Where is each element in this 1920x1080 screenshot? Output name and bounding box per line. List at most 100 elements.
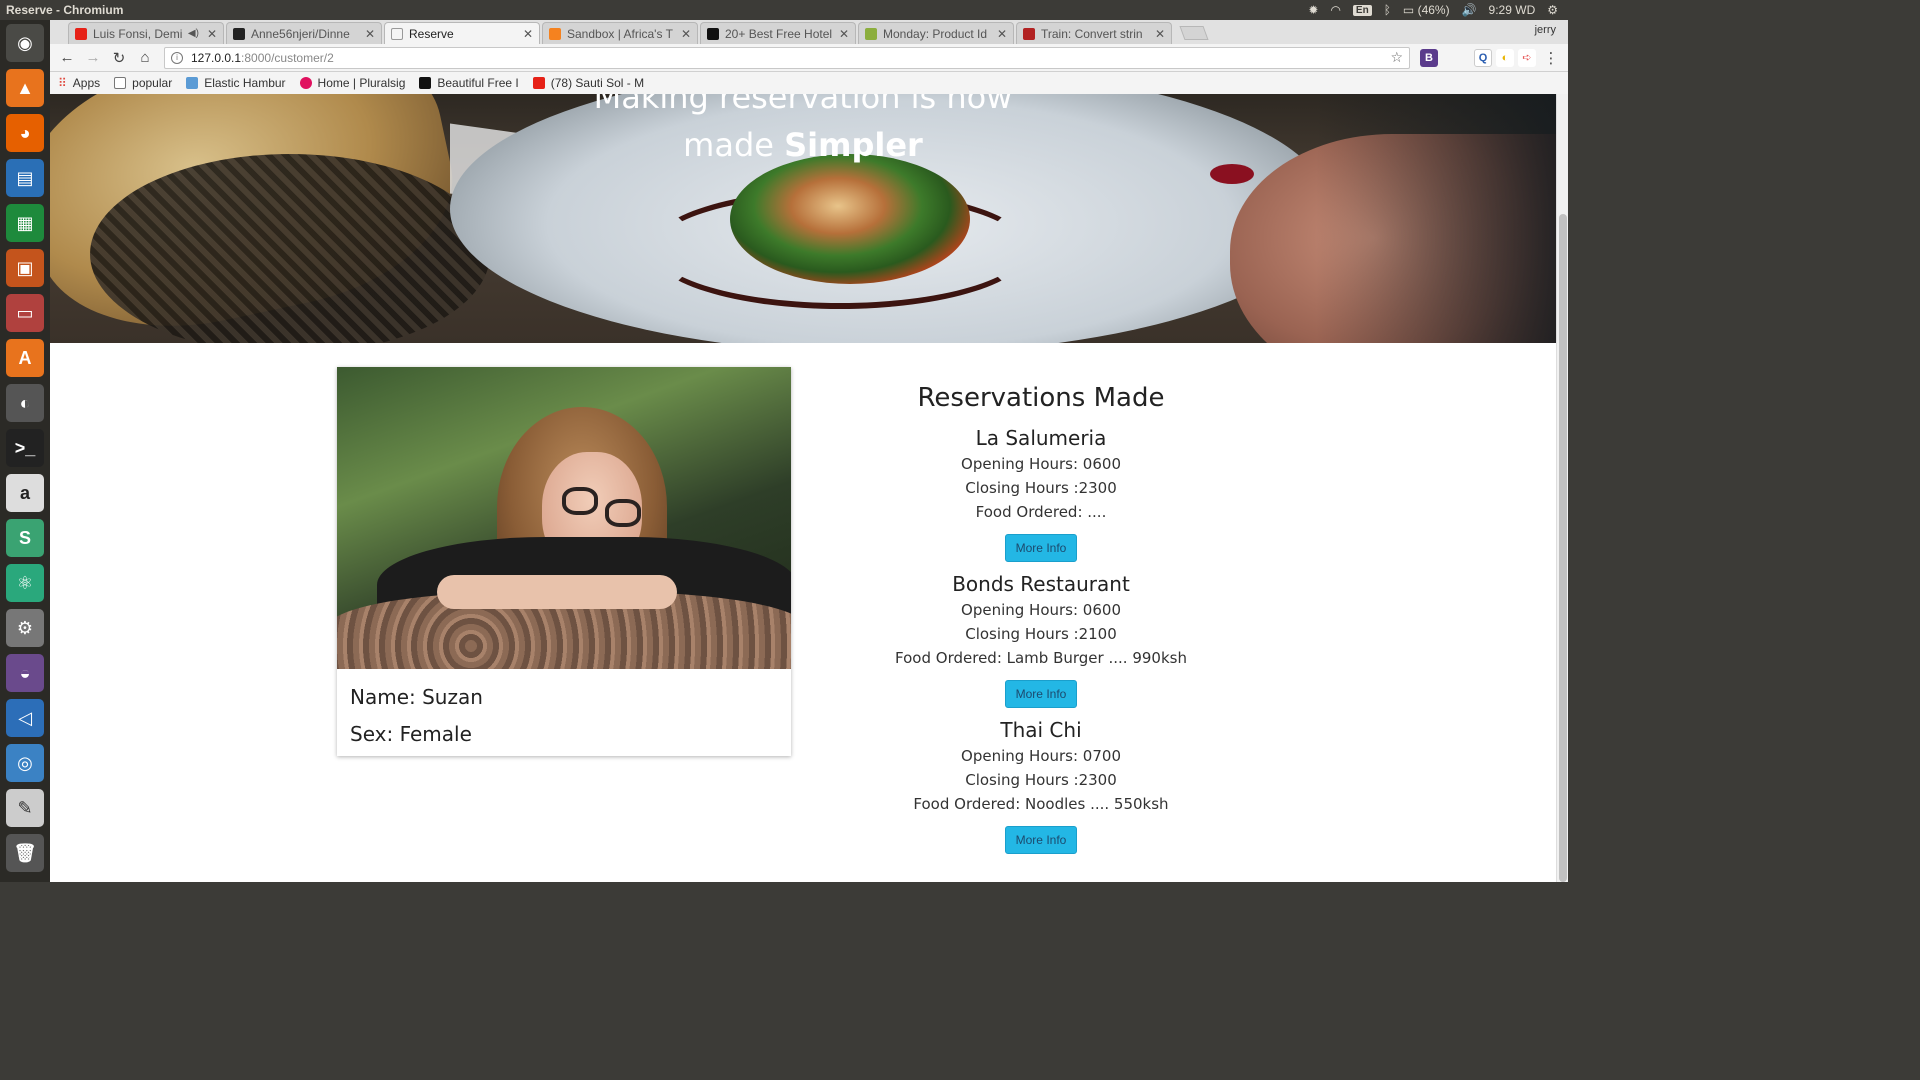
- search-extension-icon[interactable]: Q: [1474, 48, 1492, 67]
- more-info-button[interactable]: More Info: [1004, 680, 1078, 708]
- tab-label: Monday: Product Id: [883, 26, 988, 41]
- elastic-icon: [186, 77, 199, 89]
- share-extension-icon[interactable]: ➪: [1518, 48, 1536, 67]
- opening-hours: Opening Hours: 0700: [961, 747, 1121, 765]
- wifi-icon[interactable]: ◠: [1330, 3, 1340, 17]
- libreoffice-impress-icon[interactable]: ▣: [6, 249, 44, 287]
- browser-chrome: Luis Fonsi, Demi ◀) ✕ Anne56njeri/Dinne …: [50, 20, 1568, 94]
- battery-indicator[interactable]: ▭ (46%): [1403, 3, 1450, 17]
- more-info-button[interactable]: More Info: [1004, 534, 1078, 562]
- reservations-heading: Reservations Made: [917, 383, 1165, 413]
- reload-icon[interactable]: ↻: [108, 47, 130, 69]
- slack-icon[interactable]: S: [6, 519, 44, 557]
- system-top-panel: Reserve - Chromium ✹ ◠ En ᛒ ▭ (46%) 🔊 9:…: [0, 0, 1568, 20]
- bookmarks-bar: ⠿ Apps popular Elastic Hambur Home | Plu…: [50, 72, 1568, 94]
- bluetooth-icon[interactable]: ᛒ: [1384, 3, 1391, 17]
- power-gear-icon[interactable]: ⚙: [1547, 3, 1558, 17]
- restaurant-name: La Salumeria: [975, 426, 1107, 450]
- amazon-icon[interactable]: a: [6, 474, 44, 512]
- close-icon[interactable]: ✕: [997, 27, 1007, 41]
- scrollbar-thumb[interactable]: [1559, 214, 1567, 882]
- profile-card: Name: Suzan Sex: Female: [337, 367, 791, 756]
- disk-icon[interactable]: ◐: [6, 384, 44, 422]
- hero-food: [730, 154, 970, 284]
- home-icon[interactable]: ⌂: [134, 47, 156, 69]
- tab-youtube[interactable]: Luis Fonsi, Demi ◀) ✕: [68, 22, 224, 44]
- dash-home-icon[interactable]: ◉: [6, 24, 44, 62]
- close-icon[interactable]: ✕: [1155, 27, 1165, 41]
- libreoffice-calc-icon[interactable]: ▦: [6, 204, 44, 242]
- profile-name[interactable]: jerry: [1535, 24, 1556, 36]
- tab-monday[interactable]: Monday: Product Id ✕: [858, 22, 1014, 44]
- text-editor-icon[interactable]: ✎: [6, 789, 44, 827]
- page-icon: [114, 77, 127, 89]
- tab-reserve[interactable]: Reserve ✕: [384, 22, 540, 44]
- bookmark-elastic[interactable]: Elastic Hambur: [186, 76, 286, 90]
- tab-hotel-templates[interactable]: 20+ Best Free Hotel ✕: [700, 22, 856, 44]
- firefox-icon[interactable]: ◕: [6, 114, 44, 152]
- codewars-icon: [1023, 27, 1035, 40]
- bookmark-star-icon[interactable]: ☆: [1390, 49, 1403, 66]
- bookmark-label: Home | Pluralsig: [317, 76, 406, 90]
- apps-grid-icon: ⠿: [58, 76, 67, 90]
- reservations-section: Reservations Made La Salumeria Opening H…: [841, 380, 1241, 854]
- tab-label: Luis Fonsi, Demi: [93, 26, 183, 41]
- tab-strip: Luis Fonsi, Demi ◀) ✕ Anne56njeri/Dinne …: [50, 20, 1568, 44]
- tab-codewars[interactable]: Train: Convert strin ✕: [1016, 22, 1172, 44]
- site-info-icon[interactable]: i: [171, 51, 183, 64]
- close-icon[interactable]: ✕: [681, 27, 691, 41]
- food-ordered: Food Ordered: ....: [975, 503, 1107, 521]
- libreoffice-writer-icon[interactable]: ▤: [6, 159, 44, 197]
- bookmark-sauti-sol[interactable]: (78) Sauti Sol - M: [532, 76, 644, 90]
- vscode-icon[interactable]: ◁: [6, 699, 44, 737]
- bookmark-label: Elastic Hambur: [204, 76, 286, 90]
- bootstrap-extension-icon[interactable]: B: [1420, 48, 1438, 67]
- clock[interactable]: 9:29 WD: [1489, 3, 1536, 17]
- terminal-icon[interactable]: >_: [6, 429, 44, 467]
- system-settings-icon[interactable]: ⚙: [6, 609, 44, 647]
- close-icon[interactable]: ✕: [839, 27, 849, 41]
- closing-hours: Closing Hours :2300: [965, 771, 1117, 789]
- youtube-icon: [75, 27, 87, 40]
- page-scrollbar[interactable]: [1556, 94, 1568, 882]
- address-bar[interactable]: i 127.0.0.1 :8000/customer/2 ☆: [164, 46, 1410, 69]
- eclipse-icon[interactable]: ◒: [6, 654, 44, 692]
- close-icon[interactable]: ✕: [365, 27, 375, 41]
- opening-hours: Opening Hours: 0600: [961, 455, 1121, 473]
- close-icon[interactable]: ✕: [523, 27, 533, 41]
- bookmark-apps[interactable]: ⠿ Apps: [58, 76, 100, 90]
- software-center-icon[interactable]: A: [6, 339, 44, 377]
- new-tab-button[interactable]: [1179, 26, 1209, 40]
- bookmark-beautiful-free[interactable]: Beautiful Free I: [419, 76, 519, 90]
- browser-toolbar: ← → ↻ ⌂ i 127.0.0.1 :8000/customer/2 ☆ B…: [50, 44, 1568, 72]
- tab-github[interactable]: Anne56njeri/Dinne ✕: [226, 22, 382, 44]
- keyboard-language[interactable]: En: [1352, 4, 1372, 16]
- forward-icon[interactable]: →: [82, 47, 104, 69]
- battery-percent: (46%): [1417, 3, 1450, 17]
- system-indicators: ✹ ◠ En ᛒ ▭ (46%) 🔊 9:29 WD ⚙: [1308, 3, 1558, 17]
- back-icon[interactable]: ←: [56, 47, 78, 69]
- customer-name: Name: Suzan: [350, 685, 483, 709]
- vlc-icon[interactable]: ▲: [6, 69, 44, 107]
- audio-icon[interactable]: ◀): [188, 28, 199, 39]
- bookmark-label: Apps: [72, 76, 101, 90]
- settings-gear-icon[interactable]: ✹: [1308, 3, 1318, 17]
- volume-icon[interactable]: 🔊: [1462, 3, 1477, 17]
- bookmark-pluralsight[interactable]: Home | Pluralsig: [299, 76, 406, 90]
- files-icon[interactable]: ▭: [6, 294, 44, 332]
- youtube-icon: [532, 77, 545, 89]
- menu-icon[interactable]: ⋮: [1540, 47, 1562, 69]
- reservation-item: La Salumeria Opening Hours: 0600 Closing…: [841, 424, 1241, 562]
- reservation-item: Bonds Restaurant Opening Hours: 0600 Clo…: [841, 570, 1241, 708]
- atom-icon[interactable]: ⚛: [6, 564, 44, 602]
- trash-icon[interactable]: 🗑: [6, 834, 44, 872]
- tab-sandbox[interactable]: Sandbox | Africa's T ✕: [542, 22, 698, 44]
- chromium-icon[interactable]: ◎: [6, 744, 44, 782]
- moon-extension-icon[interactable]: ◐: [1496, 48, 1514, 67]
- more-info-button[interactable]: More Info: [1004, 826, 1078, 854]
- tree-icon: [865, 27, 877, 40]
- photo-glasses-left: [562, 487, 598, 515]
- bookmark-popular[interactable]: popular: [114, 76, 172, 90]
- food-ordered: Food Ordered: Noodles .... 550ksh: [913, 795, 1169, 813]
- close-icon[interactable]: ✕: [207, 27, 217, 41]
